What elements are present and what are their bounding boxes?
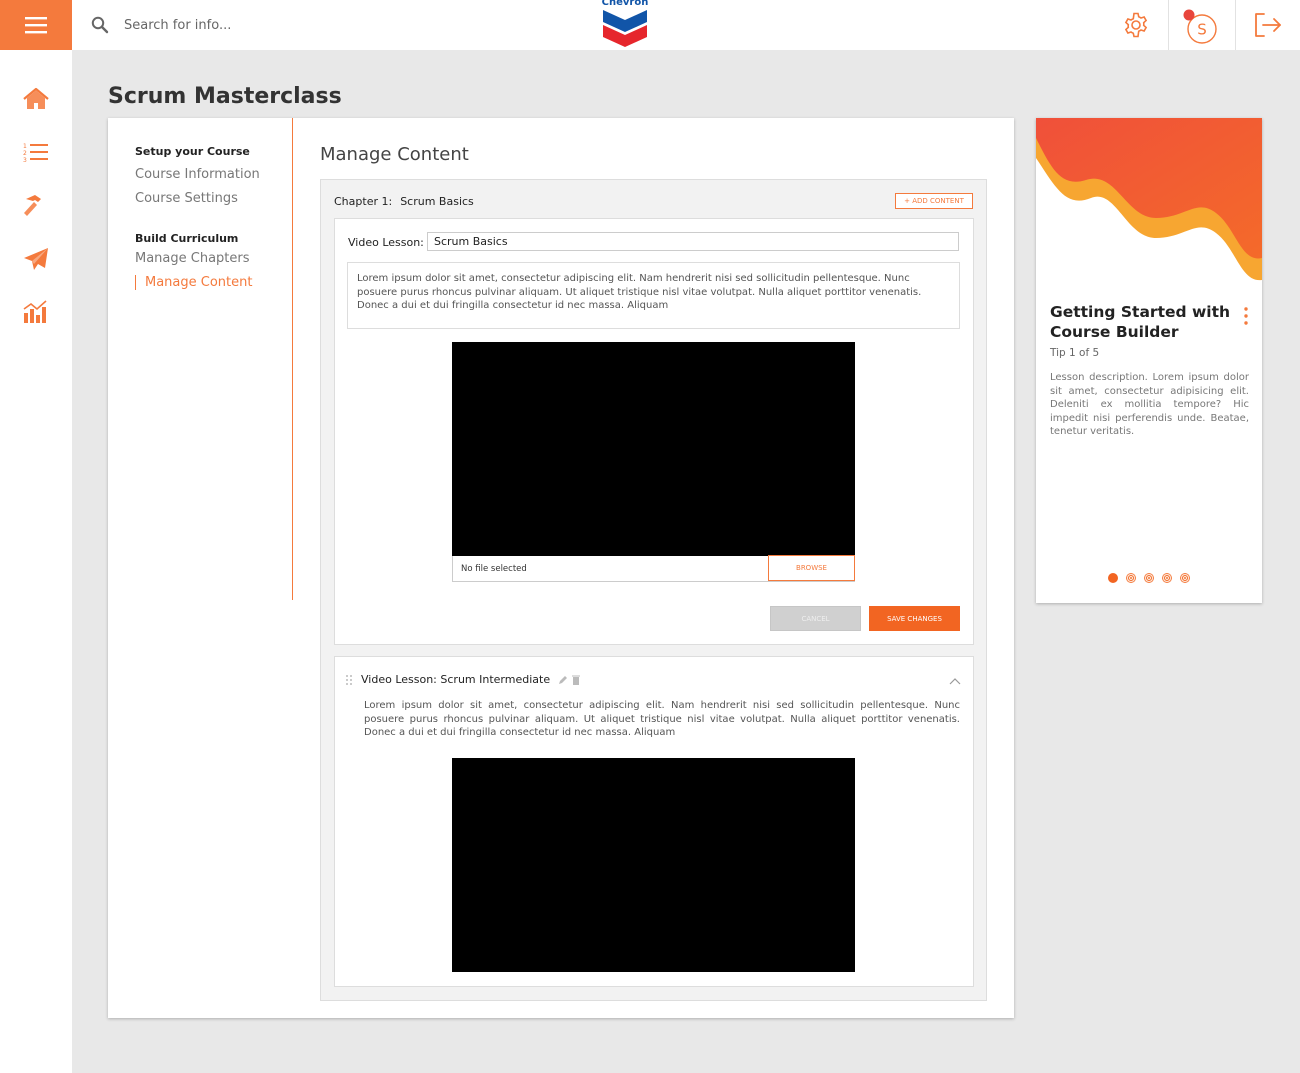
logout-icon	[1255, 13, 1281, 37]
add-content-button[interactable]: + ADD CONTENT	[895, 193, 973, 209]
home-icon	[23, 87, 49, 109]
pagination-dot[interactable]	[1144, 573, 1154, 583]
left-rail: 1 2 3	[0, 50, 72, 1073]
pagination-dot[interactable]	[1126, 573, 1136, 583]
logo-text: Chevron	[601, 0, 649, 8]
lesson-title: Video Lesson: Scrum Intermediate	[361, 673, 551, 686]
tip-title: Getting Started with Course Builder	[1050, 303, 1231, 341]
chapter-number: Chapter 1:	[334, 195, 393, 208]
chapter-name: Scrum Basics	[400, 195, 474, 208]
header-divider	[1235, 0, 1236, 50]
kebab-menu-icon[interactable]	[1242, 306, 1250, 326]
paper-plane-icon	[24, 248, 48, 270]
main-card: Setup your Course Course Information Cou…	[108, 118, 1014, 1018]
numbered-list-icon: 1 2 3	[23, 143, 48, 164]
rail-analytics[interactable]	[21, 297, 51, 327]
lesson-description-field[interactable]: Lorem ipsum dolor sit amet, consectetur …	[347, 262, 960, 329]
save-changes-button[interactable]: SAVE CHANGES	[869, 606, 960, 631]
svg-text:1: 1	[23, 143, 27, 150]
tip-count: Tip 1 of 5	[1050, 347, 1100, 359]
pagination-dot[interactable]	[1180, 573, 1190, 583]
search-icon	[91, 16, 109, 34]
nav-link-manage-content[interactable]: Manage Content	[135, 275, 252, 290]
header-divider	[1168, 0, 1169, 50]
lesson-header: Video Lesson: Scrum Intermediate	[345, 673, 581, 686]
nav-link-manage-chapters[interactable]: Manage Chapters	[135, 251, 250, 266]
lesson-editor: Video Lesson: Lorem ipsum dolor sit amet…	[334, 218, 974, 645]
page-title: Scrum Masterclass	[108, 84, 342, 109]
tip-header-wave	[1036, 118, 1262, 281]
svg-text:3: 3	[23, 157, 27, 164]
tip-pagination	[1108, 573, 1190, 583]
nav-link-course-information[interactable]: Course Information	[135, 167, 260, 182]
chapter-label: Chapter 1: Scrum Basics	[334, 195, 474, 208]
file-status: No file selected	[461, 564, 527, 574]
sidenav-divider	[292, 118, 293, 600]
chevron-up-icon[interactable]	[949, 677, 961, 685]
browse-button[interactable]: BROWSE	[768, 555, 855, 581]
tip-card: Getting Started with Course Builder Tip …	[1036, 118, 1262, 603]
pagination-dot[interactable]	[1162, 573, 1172, 583]
svg-text:2: 2	[23, 150, 27, 157]
hammer-icon	[24, 195, 41, 216]
hamburger-icon	[25, 17, 47, 34]
drag-handle-icon[interactable]	[345, 674, 353, 686]
file-upload-row: No file selected BROWSE	[452, 555, 855, 582]
content-title: Manage Content	[320, 144, 469, 165]
svg-text:S: S	[1197, 21, 1207, 39]
logout-button[interactable]	[1248, 0, 1288, 50]
pagination-dot[interactable]	[1108, 573, 1118, 583]
chevron-logo: Chevron	[601, 0, 649, 48]
cancel-button[interactable]: CANCEL	[770, 606, 861, 631]
rail-curriculum[interactable]: 1 2 3	[21, 138, 51, 168]
rail-home[interactable]	[21, 84, 51, 114]
gear-icon	[1124, 12, 1148, 38]
rail-build[interactable]	[21, 191, 51, 221]
user-avatar-button[interactable]: S	[1178, 0, 1222, 50]
top-bar: Chevron S	[0, 0, 1300, 50]
nav-heading-build: Build Curriculum	[135, 232, 239, 245]
edit-icon[interactable]	[558, 675, 568, 685]
settings-button[interactable]	[1116, 0, 1156, 50]
avatar-icon: S	[1183, 9, 1217, 44]
lesson-title-input[interactable]	[427, 232, 959, 251]
lesson-card: Video Lesson: Scrum Intermediate Lorem i…	[334, 656, 974, 987]
tip-description: Lesson description. Lorem ipsum dolor si…	[1050, 372, 1249, 437]
lesson-description: Lorem ipsum dolor sit amet, consectetur …	[364, 700, 960, 738]
search-input[interactable]	[116, 12, 416, 38]
lesson-title-label: Video Lesson:	[348, 236, 424, 249]
hamburger-menu-button[interactable]	[0, 0, 72, 50]
nav-link-course-settings[interactable]: Course Settings	[135, 191, 238, 206]
chapter-panel: Chapter 1: Scrum Basics + ADD CONTENT Vid…	[320, 179, 987, 1001]
rail-publish[interactable]	[21, 244, 51, 274]
trash-icon[interactable]	[572, 675, 581, 685]
bar-chart-icon	[23, 300, 47, 323]
nav-heading-setup: Setup your Course	[135, 145, 250, 158]
video-preview[interactable]	[452, 342, 855, 556]
video-preview[interactable]	[452, 758, 855, 972]
